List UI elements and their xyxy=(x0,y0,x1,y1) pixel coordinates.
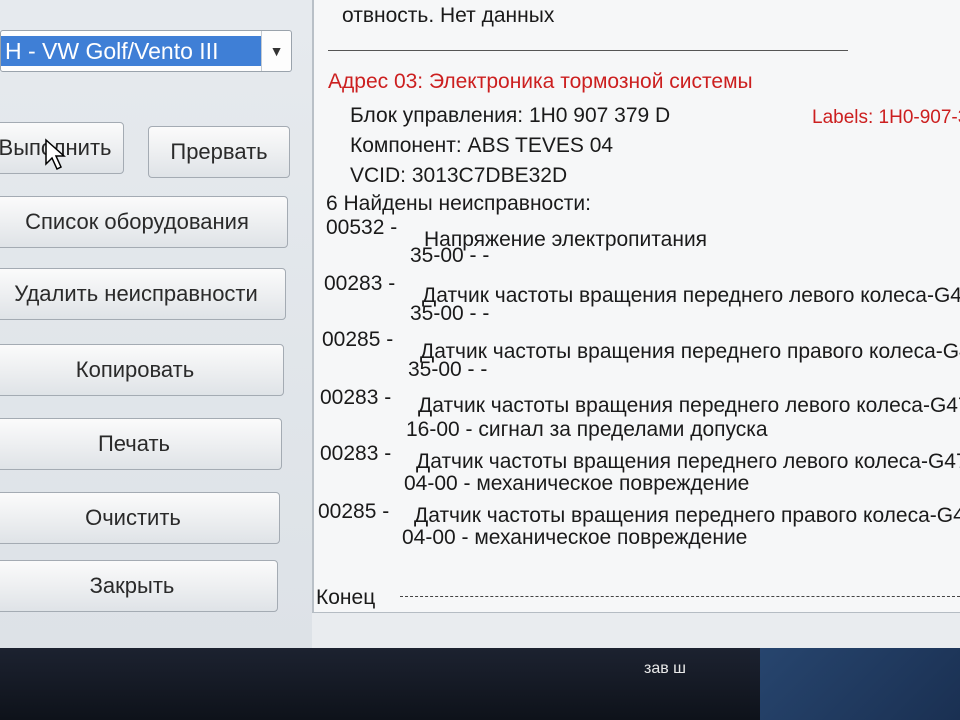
fault-code: 00283 - xyxy=(324,272,396,295)
fault-description: Датчик частоты вращения переднего правог… xyxy=(420,340,960,363)
vehicle-model-value: H - VW Golf/Vento III xyxy=(1,36,261,66)
copy-button[interactable]: Копировать xyxy=(0,344,284,396)
vehicle-model-select[interactable]: H - VW Golf/Vento III ▼ xyxy=(0,30,292,72)
fault-code: 00283 - xyxy=(320,442,392,465)
fault-subcode: 04-00 - механическое повреждение xyxy=(404,472,750,495)
fault-subcode: 35-00 - - xyxy=(410,302,490,325)
address-line: Адрес 03: Электроника тормозной системы xyxy=(328,70,753,93)
fault-description: Датчик частоты вращения переднего левого… xyxy=(422,284,960,307)
component-line: Компонент: ABS TEVES 04 xyxy=(350,134,614,157)
fault-code: 00285 - xyxy=(322,328,394,351)
fault-subcode: 04-00 - механическое повреждение xyxy=(402,526,748,549)
vcid-line: VCID: 3013C7DBE32D xyxy=(350,164,568,187)
output-header-fragment: отвность. Нет данных xyxy=(342,4,555,27)
clear-button[interactable]: Очистить xyxy=(0,492,280,544)
control-panel: H - VW Golf/Vento III ▼ Выполнить Прерва… xyxy=(0,0,312,648)
taskbar-tray-area xyxy=(760,648,960,720)
print-button[interactable]: Печать xyxy=(0,418,282,470)
mouse-cursor-icon xyxy=(45,138,66,171)
equipment-list-button[interactable]: Список оборудования xyxy=(0,196,288,248)
end-label: Конец xyxy=(316,586,376,609)
fault-code: 00285 - xyxy=(318,500,390,523)
clear-faults-button[interactable]: Удалить неисправности xyxy=(0,268,286,320)
labels-line: Labels: 1H0-907-3 xyxy=(812,107,960,128)
fault-code: 00532 - xyxy=(326,216,398,239)
fault-code: 00283 - xyxy=(320,386,392,409)
close-button[interactable]: Закрыть xyxy=(0,560,278,612)
fault-subcode: 35-00 - - xyxy=(410,244,490,267)
status-strip xyxy=(312,612,960,648)
chevron-down-icon[interactable]: ▼ xyxy=(261,31,291,71)
fault-subcode: 35-00 - - xyxy=(408,358,488,381)
taskbar-item-label[interactable]: зав ш xyxy=(644,660,686,678)
abort-button[interactable]: Прервать xyxy=(148,126,290,178)
fault-subcode: 16-00 - сигнал за пределами допуска xyxy=(406,418,768,441)
separator-line xyxy=(328,50,848,51)
control-unit-line: Блок управления: 1H0 907 379 D xyxy=(350,104,671,127)
end-separator xyxy=(400,596,960,597)
diagnostic-output: отвность. Нет данных Адрес 03: Электрони… xyxy=(312,0,960,612)
taskbar: зав ш xyxy=(0,648,960,720)
